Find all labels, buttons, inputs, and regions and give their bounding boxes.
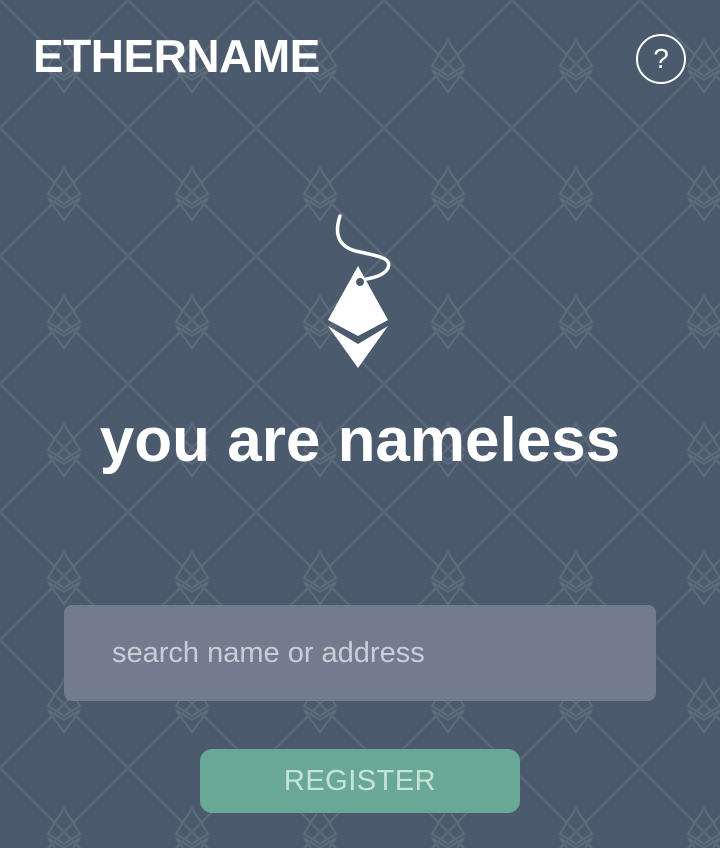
search-input[interactable] xyxy=(64,605,656,701)
question-mark-icon: ? xyxy=(653,43,669,74)
app-title: ETHERNAME xyxy=(33,30,320,82)
register-button[interactable]: REGISTER xyxy=(200,749,520,813)
help-button[interactable]: ? xyxy=(636,34,686,84)
status-heading: you are nameless xyxy=(99,406,621,475)
ether-tag-icon xyxy=(328,214,391,368)
